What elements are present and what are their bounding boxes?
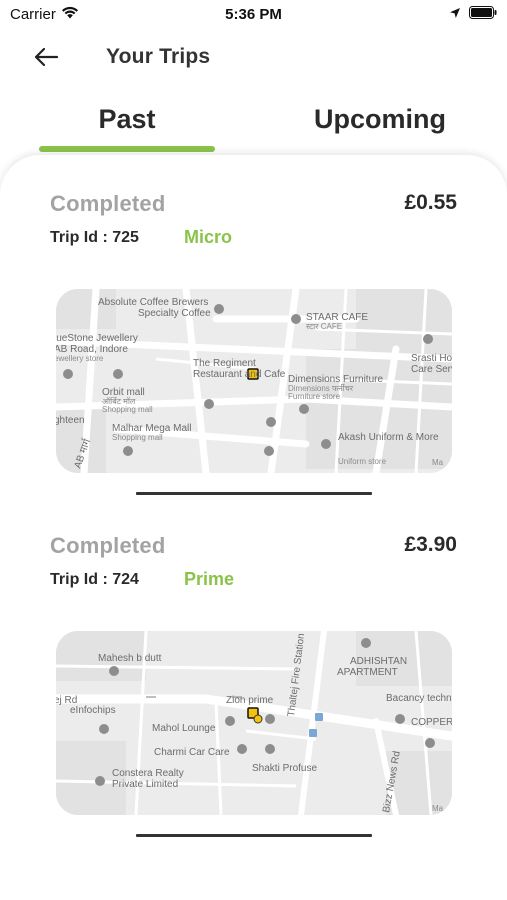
trip-type: Micro [184, 227, 233, 247]
map-label: Mahol Lounge [152, 723, 216, 734]
tab-past[interactable]: Past [39, 92, 215, 154]
trip-divider [136, 834, 372, 837]
status-left: Carrier [10, 6, 79, 23]
trips-list[interactable]: Completed £0.55 Trip Id : 725 Micro Abso… [0, 155, 507, 900]
map-label: Absolute Coffee Brewers [98, 297, 208, 308]
map-label: Uniform store [338, 457, 387, 466]
map-label: Ma [432, 458, 444, 467]
map-label: Ma [432, 804, 444, 813]
map-label: ghteen [56, 415, 85, 426]
trip-price: £0.55 [404, 191, 457, 214]
map-label: ewellery store [56, 354, 104, 363]
map-label: Mahesh b dutt [98, 653, 162, 664]
map-label: Shopping mall [102, 405, 153, 414]
map-image: Mahesh b dutt Thaltej Fire Station R ADH… [56, 631, 452, 815]
wifi-icon [61, 6, 79, 23]
map-label: Private Limited [112, 779, 178, 790]
back-button[interactable] [22, 34, 70, 80]
trip-status: Completed [50, 533, 166, 558]
map-label: स्टार CAFE [306, 322, 342, 331]
trip-tabs: Past Upcoming [0, 92, 507, 154]
page-title: Your Trips [106, 45, 211, 68]
map-label: Restaurant and Cafe [193, 369, 286, 380]
trip-status: Completed [50, 191, 166, 216]
trip-id: Trip Id : 724 [50, 571, 139, 588]
map-label: Zion prime [226, 695, 274, 706]
map-label: Furniture store [288, 392, 341, 401]
map-label: Shakti Profuse [252, 763, 317, 774]
map-image: Absolute Coffee Brewers Specialty Coffee… [56, 289, 452, 473]
tab-upcoming[interactable]: Upcoming [296, 92, 464, 154]
location-arrow-icon [449, 6, 461, 23]
status-bar: Carrier 5:36 PM [0, 0, 507, 28]
carrier-label: Carrier [10, 5, 56, 23]
map-label: Specialty Coffee [138, 308, 211, 319]
status-right [449, 5, 497, 23]
map-label: Bacancy techno [386, 693, 452, 704]
map-label: lueStone Jewellery [56, 333, 138, 344]
active-tab-indicator [39, 146, 215, 152]
map-label: eInfochips [70, 705, 116, 716]
map-label: Shopping mall [112, 433, 163, 442]
header: Your Trips [0, 34, 507, 80]
trip-map[interactable]: Mahesh b dutt Thaltej Fire Station R ADH… [56, 631, 452, 815]
battery-icon [469, 5, 497, 23]
arrow-left-icon [34, 47, 59, 67]
map-label: Srasti Ho [411, 353, 452, 364]
trip-price: £3.90 [404, 533, 457, 556]
map-label: ADHISHTAN [350, 656, 407, 667]
trip-map[interactable]: Absolute Coffee Brewers Specialty Coffee… [56, 289, 452, 473]
map-label: Care Serv [411, 364, 452, 375]
trip-divider [136, 492, 372, 495]
map-label: Akash Uniform & More [338, 432, 439, 443]
map-label: COPPER [411, 717, 452, 728]
map-label: Constera Realty [112, 768, 184, 779]
trip-type: Prime [184, 569, 235, 589]
map-label: Charmi Car Care [154, 747, 230, 758]
map-label: APARTMENT [337, 667, 398, 678]
trip-id: Trip Id : 725 [50, 229, 139, 246]
map-label: The Regiment [193, 358, 256, 369]
